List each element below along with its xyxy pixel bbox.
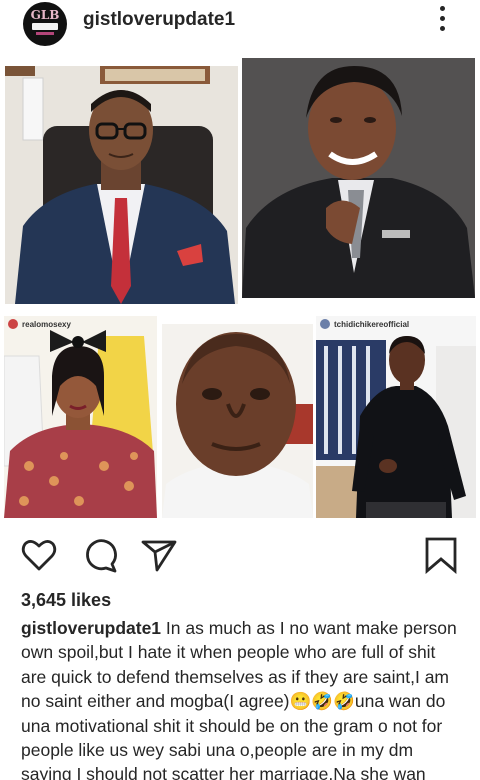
send-icon[interactable] — [140, 536, 178, 574]
likes-count[interactable]: 3,645 likes — [21, 590, 111, 611]
post-caption: gistloverupdate1 In as much as I no want… — [21, 616, 465, 780]
post-header: GLB gistloverupdate1 — [0, 0, 480, 58]
post-actions — [0, 530, 480, 582]
avatar[interactable]: GLB — [23, 2, 67, 46]
tagged-username-right: tchidichikereofficial — [334, 320, 410, 329]
tagged-username-left: realomosexy — [22, 320, 71, 329]
bookmark-icon[interactable] — [422, 536, 460, 575]
photo-older-man — [162, 324, 313, 518]
photo-woman-bow: realomosexy — [4, 316, 157, 518]
more-options-icon[interactable] — [437, 6, 449, 32]
photo-smiling-man — [242, 58, 475, 298]
photo-man-glasses — [5, 66, 238, 304]
avatar-logo: GLB — [30, 8, 60, 22]
photo-man-black-shirt: tchidichikereofficial — [316, 316, 476, 518]
post-username[interactable]: gistloverupdate1 — [83, 9, 235, 31]
comment-icon[interactable] — [82, 536, 120, 574]
heart-icon[interactable] — [20, 536, 58, 574]
post-image-collage[interactable]: realomosexy tchidichikereofficial — [0, 58, 480, 524]
caption-text: In as much as I no want make person own … — [21, 618, 457, 780]
tagged-avatar-icon — [8, 319, 18, 329]
caption-username[interactable]: gistloverupdate1 — [21, 618, 161, 638]
tagged-avatar-icon-right — [320, 319, 330, 329]
